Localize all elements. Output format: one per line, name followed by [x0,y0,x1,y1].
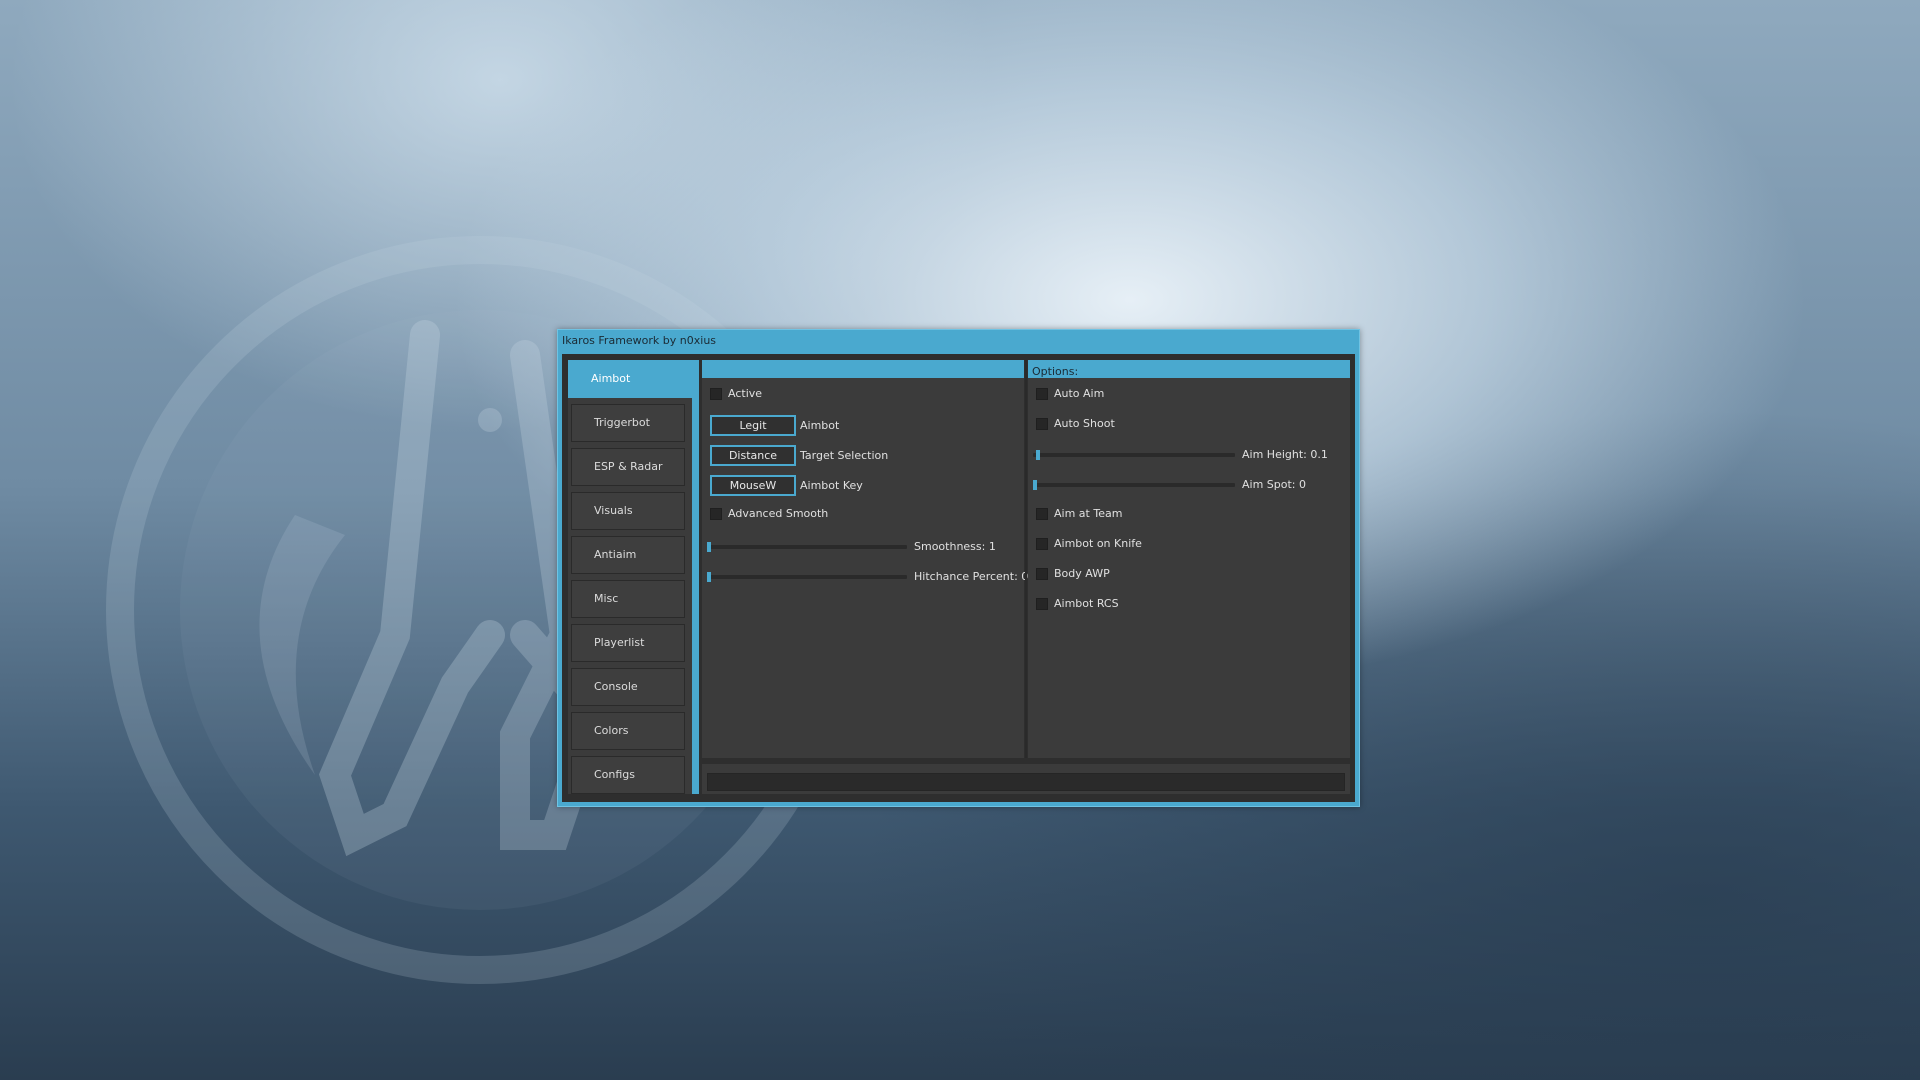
tab-playerlist[interactable]: Playerlist [571,624,685,662]
auto-aim-label: Auto Aim [1054,387,1105,400]
aim-height-label: Aim Height: 0.1 [1242,448,1328,461]
active-label: Active [728,387,763,400]
advanced-smooth-checkbox[interactable] [710,508,722,520]
hitchance-slider-thumb[interactable] [707,572,711,582]
sidebar-accent-bar [692,360,699,794]
body-awp-checkbox[interactable] [1036,568,1048,580]
advanced-smooth-label: Advanced Smooth [728,507,829,520]
tab-esp-radar[interactable]: ESP & Radar [571,448,685,486]
aimbot-mode-button[interactable]: Legit [710,415,796,436]
aimbot-main-panel: Active Legit Aimbot Distance Target Sele… [702,360,1028,758]
aim-at-team-label: Aim at Team [1054,507,1123,520]
aim-at-team-checkbox[interactable] [1036,508,1048,520]
options-header: Options: [1028,360,1350,378]
smoothness-slider[interactable] [707,542,907,552]
auto-shoot-label: Auto Shoot [1054,417,1115,430]
target-selection-button[interactable]: Distance [710,445,796,466]
aimbot-key-button[interactable]: MouseW [710,475,796,496]
smoothness-label: Smoothness: 1 [914,540,996,553]
cheat-menu-window: Ikaros Framework by n0xius Aimbot Trigge… [557,329,1360,807]
tab-aimbot[interactable]: Aimbot [568,360,699,398]
smoothness-slider-thumb[interactable] [707,542,711,552]
hitchance-slider[interactable] [707,572,907,582]
sidebar: Aimbot Triggerbot ESP & Radar Visuals An… [568,360,699,794]
window-body: Aimbot Triggerbot ESP & Radar Visuals An… [562,354,1355,802]
active-checkbox[interactable] [710,388,722,400]
aim-spot-slider-thumb[interactable] [1033,480,1037,490]
panel-header [702,360,1024,378]
target-selection-label: Target Selection [800,449,889,462]
window-title: Ikaros Framework by n0xius [562,334,717,347]
tab-colors[interactable]: Colors [571,712,685,750]
aimbot-on-knife-checkbox[interactable] [1036,538,1048,550]
column-divider [1025,360,1027,758]
aimbot-rcs-checkbox[interactable] [1036,598,1048,610]
tab-console[interactable]: Console [571,668,685,706]
bottom-text-input[interactable] [707,773,1345,791]
tab-triggerbot[interactable]: Triggerbot [571,404,685,442]
body-awp-label: Body AWP [1054,567,1110,580]
auto-aim-checkbox[interactable] [1036,388,1048,400]
aim-height-slider-thumb[interactable] [1036,450,1040,460]
tab-configs[interactable]: Configs [571,756,685,794]
tab-visuals[interactable]: Visuals [571,492,685,530]
aimbot-rcs-label: Aimbot RCS [1054,597,1119,610]
aimbot-mode-label: Aimbot [800,419,840,432]
aim-spot-label: Aim Spot: 0 [1242,478,1307,491]
aim-height-slider[interactable] [1033,450,1235,460]
bottom-bar [702,764,1350,794]
aim-spot-slider[interactable] [1033,480,1235,490]
aimbot-key-label: Aimbot Key [800,479,863,492]
hitchance-label: Hitchance Percent: 0 [914,570,1029,583]
aimbot-options-panel: Options: Auto Aim Auto Shoot Aim Height:… [1028,360,1350,758]
auto-shoot-checkbox[interactable] [1036,418,1048,430]
tab-misc[interactable]: Misc [571,580,685,618]
aimbot-on-knife-label: Aimbot on Knife [1054,537,1142,550]
tab-antiaim[interactable]: Antiaim [571,536,685,574]
